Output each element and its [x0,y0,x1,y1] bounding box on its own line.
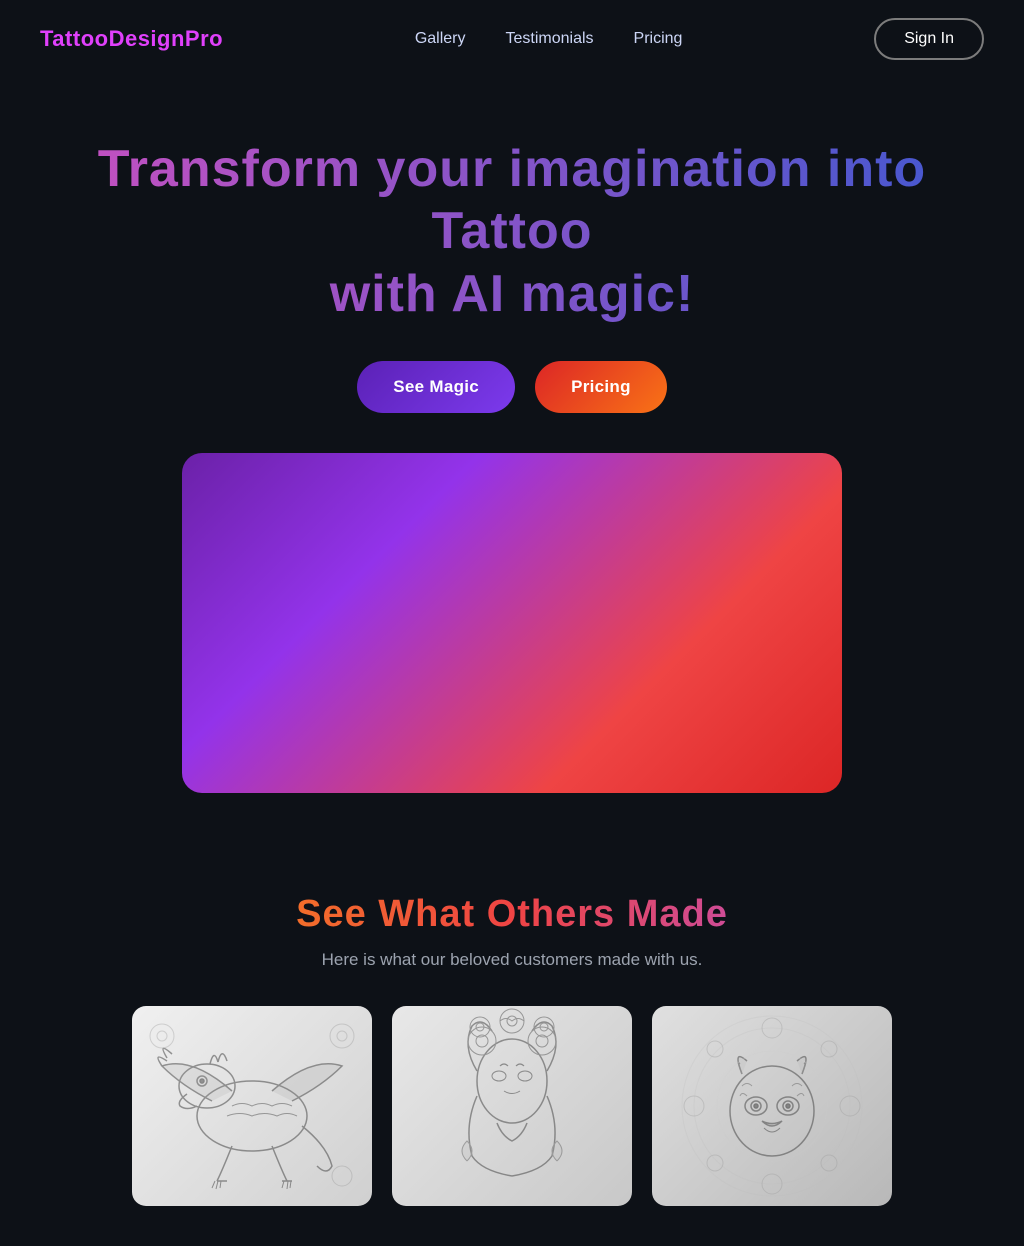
nav-link-testimonials[interactable]: Testimonials [506,30,594,47]
gallery-subtitle: Here is what our beloved customers made … [40,950,984,970]
logo[interactable]: TattooDesignPro [40,26,223,52]
gallery-card-dragon [132,1006,372,1206]
nav-item-testimonials[interactable]: Testimonials [506,30,594,48]
see-magic-button[interactable]: See Magic [357,361,515,413]
nav-links: Gallery Testimonials Pricing [415,30,683,48]
hero-title: Transform your imagination into Tattoo w… [40,138,984,325]
gallery-grid [40,1006,984,1206]
nav-link-gallery[interactable]: Gallery [415,30,466,47]
gallery-title: See What Others Made [40,893,984,936]
sign-in-button[interactable]: Sign In [874,18,984,60]
nav-link-pricing[interactable]: Pricing [634,30,683,47]
hero-buttons: See Magic Pricing [40,361,984,413]
hero-image [182,453,842,793]
pricing-button[interactable]: Pricing [535,361,667,413]
gallery-card-wolf [652,1006,892,1206]
gallery-section: See What Others Made Here is what our be… [0,833,1024,1246]
nav-item-gallery[interactable]: Gallery [415,30,466,48]
nav-item-pricing[interactable]: Pricing [634,30,683,48]
hero-section: Transform your imagination into Tattoo w… [0,78,1024,833]
gallery-card-woman [392,1006,632,1206]
navbar: TattooDesignPro Gallery Testimonials Pri… [0,0,1024,78]
